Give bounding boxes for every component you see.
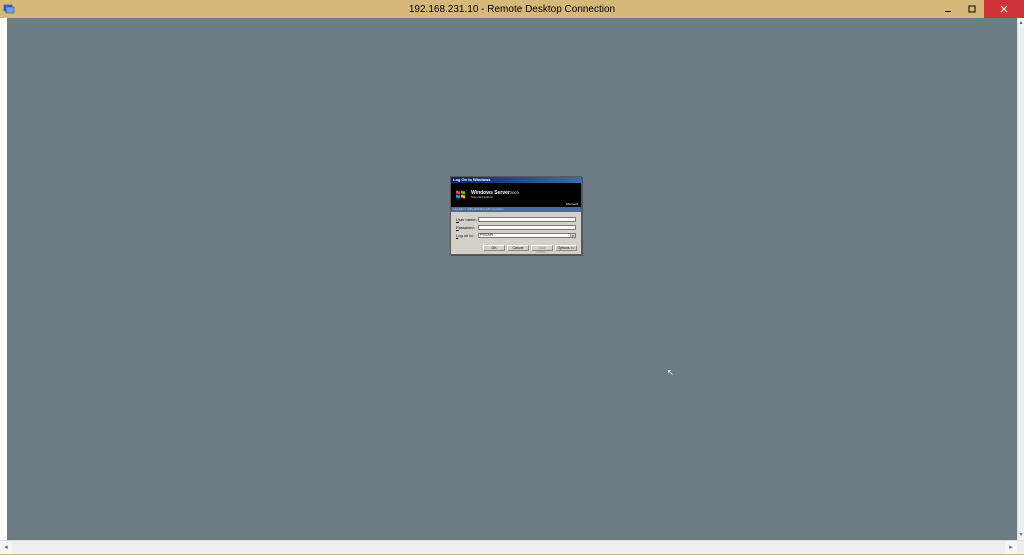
titlebar: 192.168.231.10 - Remote Desktop Connecti… <box>0 0 1024 18</box>
chevron-down-icon: ▾ <box>570 234 575 237</box>
logon-form: User name: Password: Log on to: PSGAPI ▾ <box>451 212 581 243</box>
logon-dialog: Log On to Windows Windows Server2003 Sta… <box>450 176 582 255</box>
close-button[interactable] <box>984 0 1024 18</box>
logonto-value: PSGAPI <box>480 233 493 237</box>
cancel-button[interactable]: Cancel <box>507 245 529 251</box>
window-title: 192.168.231.10 - Remote Desktop Connecti… <box>0 4 1024 15</box>
logonto-label: Log on to: <box>456 233 478 238</box>
horizontal-scrollbar[interactable]: ◂ ▸ <box>0 540 1024 554</box>
brand-year: 2003 <box>510 190 519 195</box>
minimize-button[interactable] <box>936 0 960 18</box>
brand-text: Windows Server2003 Standard Edition <box>471 191 519 199</box>
client-area: Log On to Windows Windows Server2003 Sta… <box>0 18 1024 554</box>
password-label: Password: <box>456 225 478 230</box>
brand-banner: Windows Server2003 Standard Edition Micr… <box>451 183 581 207</box>
shutdown-button: Shut Down... <box>531 245 553 251</box>
window-controls <box>936 0 1024 18</box>
username-input[interactable] <box>478 217 576 222</box>
maximize-button[interactable] <box>960 0 984 18</box>
ok-button[interactable]: OK <box>483 245 505 251</box>
password-input[interactable] <box>478 225 576 230</box>
remote-cursor-icon: ↖ <box>667 368 674 377</box>
remote-desktop-viewport[interactable]: Log On to Windows Windows Server2003 Sta… <box>7 18 1017 540</box>
logonto-combo[interactable]: PSGAPI ▾ <box>478 233 576 238</box>
brand-vendor: Microsoft <box>566 202 578 206</box>
windows-flag-icon <box>455 189 467 201</box>
scroll-right-icon[interactable]: ▸ <box>1005 541 1017 554</box>
scroll-left-icon[interactable]: ◂ <box>0 541 12 554</box>
options-button[interactable]: Options << <box>555 245 577 251</box>
logon-buttons: OK Cancel Shut Down... Options << <box>451 243 581 254</box>
vertical-scrollbar[interactable]: ▴ ▾ <box>1017 18 1024 540</box>
brand-edition: Standard Edition <box>471 196 519 199</box>
scroll-down-icon[interactable]: ▾ <box>1018 530 1024 540</box>
scroll-up-icon[interactable]: ▴ <box>1018 18 1024 28</box>
username-label: User name: <box>456 217 478 222</box>
